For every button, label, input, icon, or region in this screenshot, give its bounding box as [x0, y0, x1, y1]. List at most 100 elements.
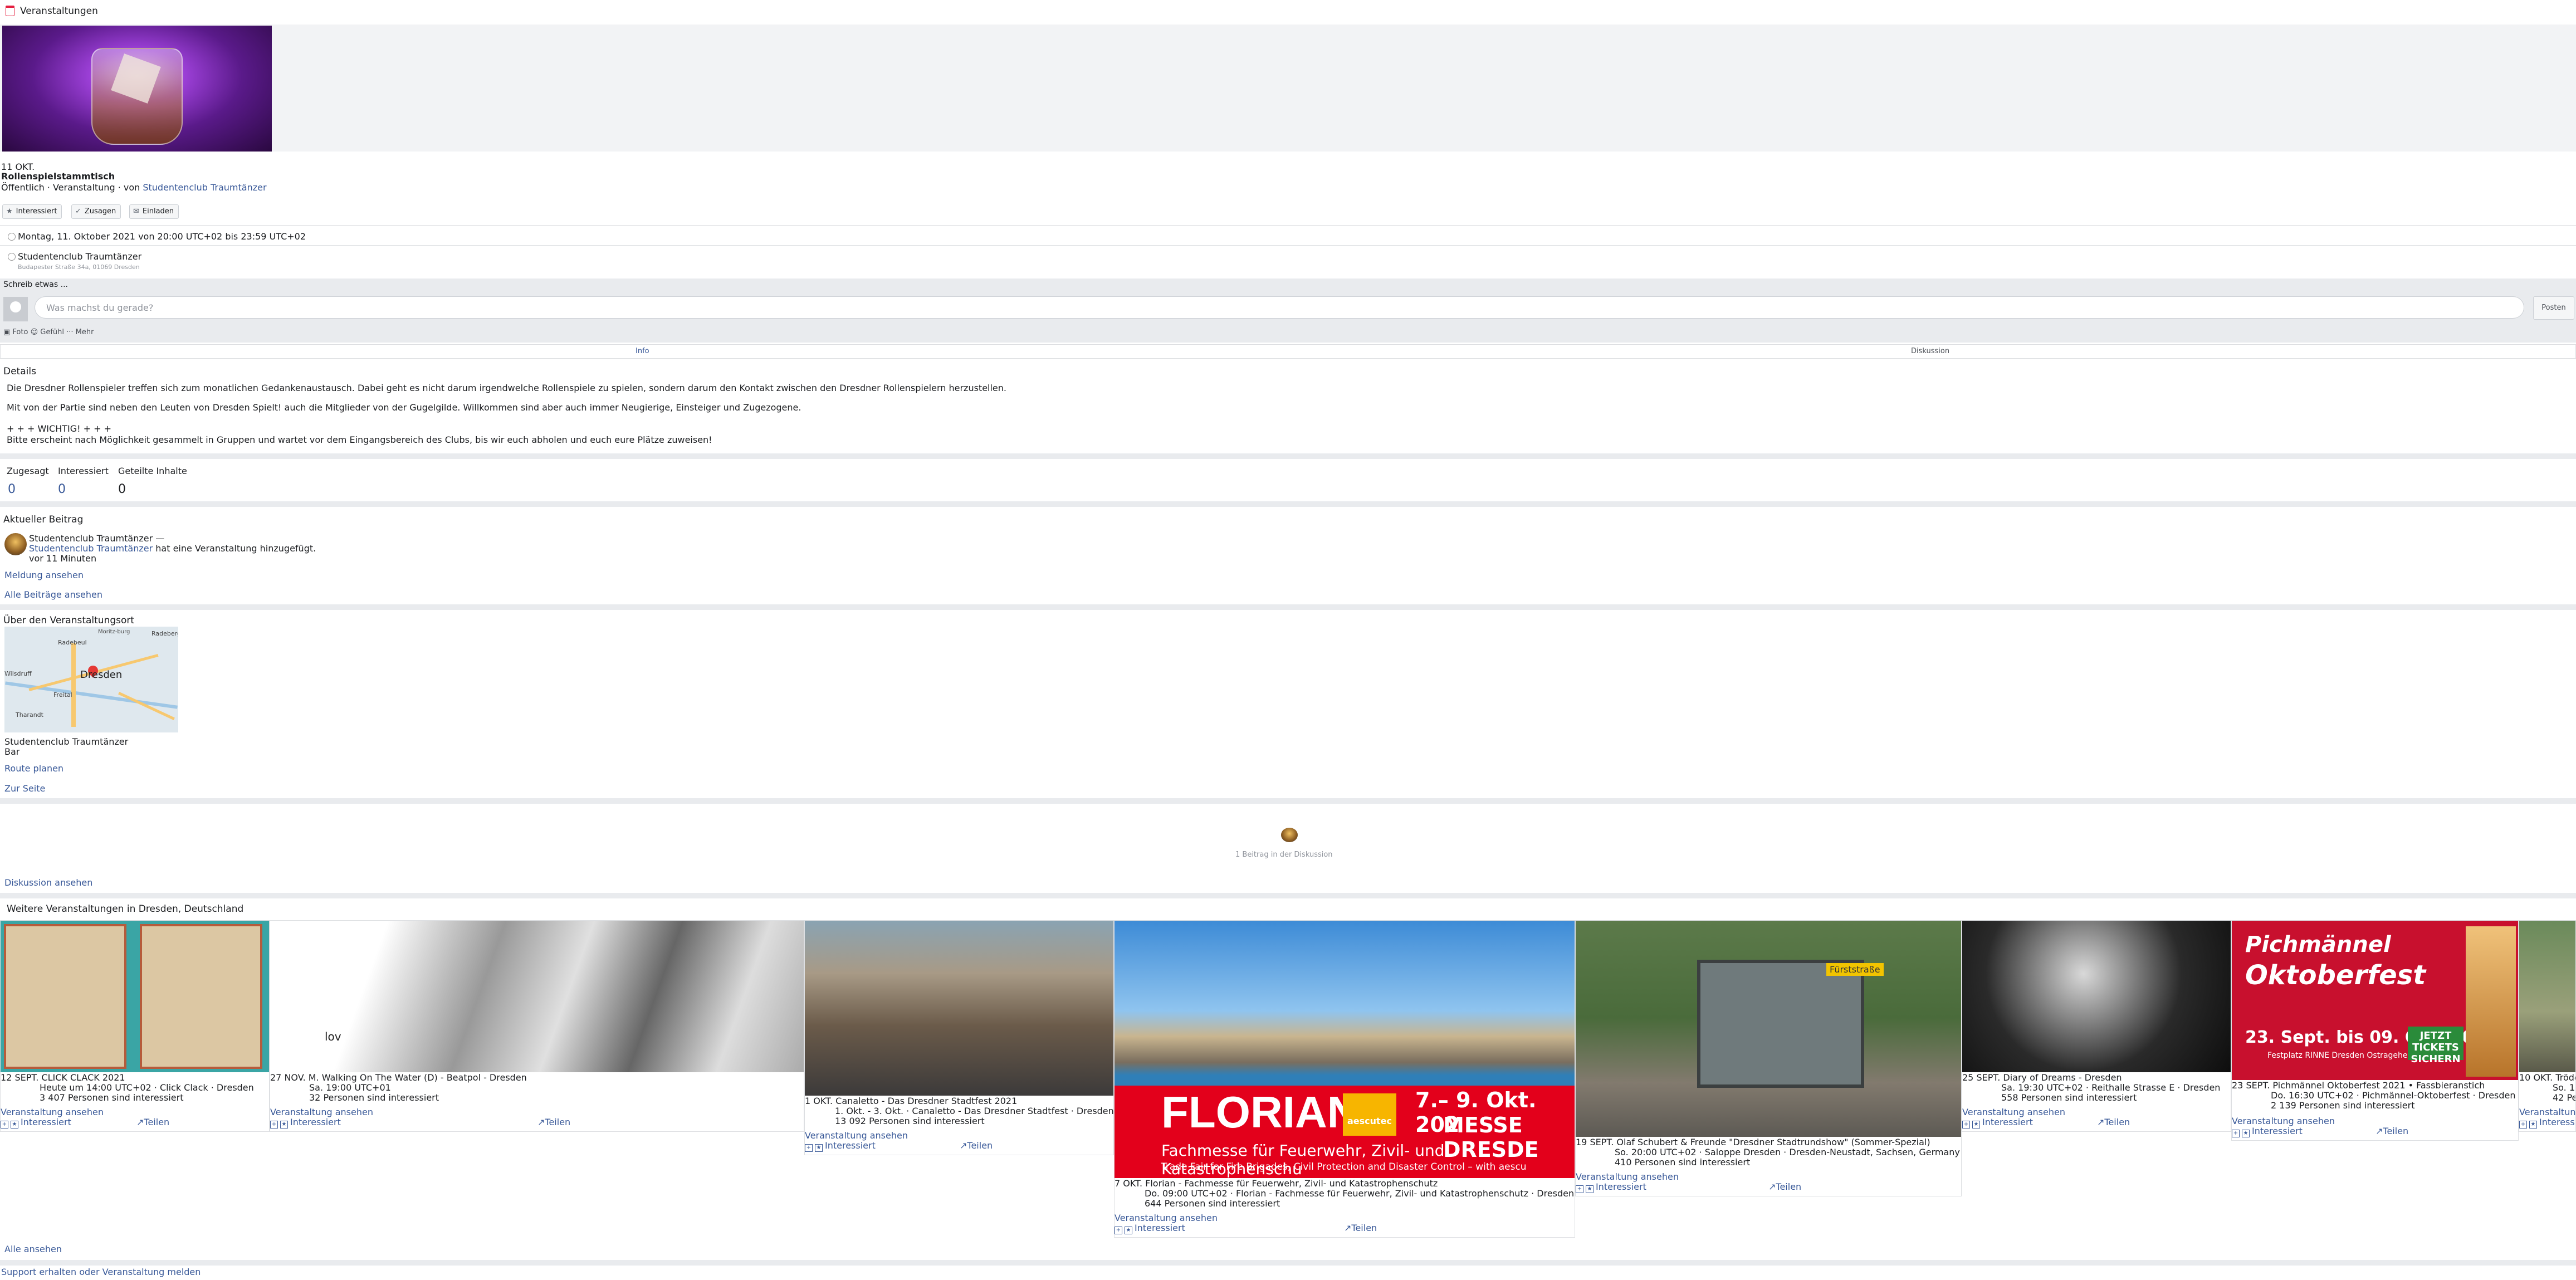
map-label: Wilsdruff — [4, 670, 32, 677]
route-link[interactable]: Route planen — [4, 763, 63, 774]
view-post-link[interactable]: Meldung ansehen — [4, 570, 84, 580]
event-card-share[interactable]: ↗Teilen — [537, 1117, 570, 1127]
going-button[interactable]: ✓ Zusagen — [71, 204, 121, 219]
event-card-view-link[interactable]: Veranstaltung ansehen — [1, 1107, 104, 1117]
map-label: Tharandt — [16, 711, 43, 719]
event-card-title[interactable]: 7 OKT. Florian - Fachmesse für Feuerwehr… — [1115, 1178, 1438, 1189]
image-text: FLORIAN — [1161, 1087, 1360, 1137]
event-card-title[interactable]: 23 SEPT. Pichmännel Oktoberfest 2021 • F… — [2232, 1080, 2485, 1091]
event-card-share[interactable]: ↗Teilen — [1344, 1223, 1377, 1233]
composer-options[interactable]: ▣ Foto ☺ Gefühl ··· Mehr — [3, 328, 94, 336]
tab-discussion[interactable]: Diskussion — [1911, 347, 1949, 355]
event-card-meta: So. 1 — [2553, 1082, 2575, 1093]
event-card-view-link[interactable]: Veranstaltung ansehen — [1962, 1107, 2065, 1117]
event-card-interested[interactable]: +★Interessiert — [1576, 1181, 1646, 1193]
venue-page-link[interactable]: Zur Seite — [4, 783, 45, 794]
event-card-image[interactable]: lov — [270, 921, 804, 1072]
event-card[interactable]: lov 27 NOV. M. Walking On The Water (D) … — [270, 920, 804, 1132]
event-card-image[interactable]: Fürststraße — [1576, 921, 1961, 1137]
post-page-link[interactable]: Studentenclub Traumtänzer — [29, 543, 153, 554]
share-icon: ↗ — [2375, 1126, 2383, 1136]
view-all-events-link[interactable]: Alle ansehen — [4, 1244, 62, 1254]
event-card-interested[interactable]: +★Interessiert — [2232, 1126, 2303, 1137]
map-road — [71, 643, 76, 727]
page-avatar[interactable] — [4, 533, 27, 555]
event-card[interactable]: 10 OKT. Tröde So. 1 42 Pe Veranstaltung … — [2519, 920, 2576, 1132]
event-location-name[interactable]: Studentenclub Traumtänzer — [18, 251, 141, 262]
event-card[interactable]: Fürststraße 19 SEPT. Olaf Schubert & Fre… — [1575, 920, 1962, 1196]
post-time[interactable]: vor 11 Minuten — [29, 553, 96, 564]
event-location-row[interactable]: Studentenclub Traumtänzer — [8, 251, 141, 262]
event-card-title[interactable]: 10 OKT. Tröde — [2519, 1072, 2575, 1083]
view-discussion-link[interactable]: Diskussion ansehen — [4, 877, 92, 888]
event-card-count: 558 Personen sind interessiert — [2001, 1092, 2137, 1103]
going-label: Zusagen — [84, 207, 116, 216]
stat-shared-label: Geteilte Inhalte — [118, 466, 187, 476]
all-posts-link[interactable]: Alle Beiträge ansehen — [4, 589, 102, 600]
location-pin-icon — [8, 253, 16, 261]
event-card-interested[interactable]: +★Interessiert — [270, 1117, 341, 1128]
event-card-meta: Heute um 14:00 UTC+02 · Click Clack · Dr… — [40, 1082, 254, 1093]
event-card[interactable]: FLORIAN aescutec 7.– 9. Okt. 202 MESSE D… — [1114, 920, 1575, 1238]
event-card-interested[interactable]: +★Interessiert — [805, 1140, 876, 1152]
event-card-title[interactable]: 25 SEPT. Diary of Dreams - Dresden — [1962, 1072, 2122, 1083]
event-card[interactable]: 12 SEPT. CLICK CLACK 2021 Heute um 14:00… — [0, 920, 270, 1132]
event-card[interactable]: Pichmännel Oktoberfest 23. Sept. bis 09.… — [2231, 920, 2519, 1141]
event-card-interested[interactable]: +★Interessiert — [1, 1117, 71, 1128]
tab-info[interactable]: Info — [636, 347, 649, 355]
details-line-4: Bitte erscheint nach Möglichkeit gesamme… — [7, 434, 712, 445]
support-link[interactable]: Support erhalten oder Veranstaltung meld… — [1, 1267, 201, 1277]
plus-icon: + — [1115, 1227, 1122, 1234]
star-icon: ★ — [2529, 1121, 2537, 1128]
invite-button[interactable]: ✉ Einladen — [129, 204, 179, 219]
event-cover-image[interactable] — [2, 26, 272, 152]
event-card-view-link[interactable]: Veranstaltung ansehen — [805, 1130, 908, 1141]
event-card[interactable]: 25 SEPT. Diary of Dreams - Dresden Sa. 1… — [1962, 920, 2231, 1132]
share-icon: ↗ — [2097, 1117, 2105, 1127]
event-card-share[interactable]: ↗Teilen — [136, 1117, 169, 1127]
stat-going-value[interactable]: 0 — [8, 482, 16, 496]
event-card-share[interactable]: ↗Teilen — [2375, 1126, 2408, 1136]
event-card-view-link[interactable]: Veranstaltung ansehen — [270, 1107, 373, 1117]
composer-input[interactable]: Was machst du gerade? — [35, 296, 2524, 319]
page-avatar[interactable] — [1281, 828, 1298, 842]
stat-shared-value: 0 — [118, 482, 126, 496]
plus-icon: + — [270, 1121, 278, 1128]
event-card-title[interactable]: 27 NOV. M. Walking On The Water (D) - Be… — [270, 1072, 527, 1083]
event-card-share[interactable]: ↗Teilen — [2097, 1117, 2130, 1127]
event-card-image[interactable] — [2519, 921, 2575, 1072]
event-card-view-link[interactable]: Veranstaltung ansehen — [1115, 1213, 1218, 1223]
image-text: Oktoberfest — [2245, 960, 2426, 991]
event-card-share[interactable]: ↗Teilen — [960, 1140, 993, 1151]
event-card-image[interactable]: FLORIAN aescutec 7.– 9. Okt. 202 MESSE D… — [1115, 921, 1575, 1178]
details-line-3: + + + WICHTIG! + + + — [7, 423, 111, 434]
plus-icon: + — [1576, 1185, 1583, 1193]
post-button[interactable]: Posten — [2533, 296, 2574, 320]
event-card-image[interactable] — [1, 921, 269, 1072]
stat-interested-value[interactable]: 0 — [58, 482, 66, 496]
event-card-interested[interactable]: +★Interessiert — [2519, 1117, 2575, 1128]
image-badge: aescutec — [1343, 1093, 1396, 1136]
event-card-interested[interactable]: +★Interessiert — [1962, 1117, 2033, 1128]
event-card-image[interactable]: Pichmännel Oktoberfest 23. Sept. bis 09.… — [2232, 921, 2518, 1080]
venue-name[interactable]: Studentenclub Traumtänzer — [4, 736, 128, 747]
event-card[interactable]: 1 OKT. Canaletto - Das Dresdner Stadtfes… — [804, 920, 1114, 1155]
event-card-title[interactable]: 12 SEPT. CLICK CLACK 2021 — [1, 1072, 125, 1083]
event-card-view-link[interactable]: Veranstaltung ansehen — [1576, 1171, 1679, 1182]
event-card-share[interactable]: ↗Teilen — [1768, 1181, 1801, 1192]
event-card-view-link[interactable]: Veranstaltung ansehen — [2519, 1107, 2575, 1117]
map-label: Dresden — [80, 669, 123, 681]
event-card-image[interactable] — [1962, 921, 2231, 1072]
details-line-1: Die Dresdner Rollenspieler treffen sich … — [7, 383, 1006, 393]
host-link[interactable]: Studentenclub Traumtänzer — [143, 182, 266, 193]
interested-button[interactable]: ★ Interessiert — [2, 204, 62, 219]
event-card-image[interactable] — [805, 921, 1113, 1096]
share-label: Teilen — [1351, 1223, 1377, 1233]
event-card-interested[interactable]: +★Interessiert — [1115, 1223, 1185, 1234]
event-time-row: Montag, 11. Oktober 2021 von 20:00 UTC+0… — [8, 231, 306, 242]
event-card-title[interactable]: 19 SEPT. Olaf Schubert & Freunde "Dresdn… — [1576, 1137, 1930, 1147]
event-card-title[interactable]: 1 OKT. Canaletto - Das Dresdner Stadtfes… — [805, 1096, 1017, 1106]
venue-map[interactable]: Radeberg Radebeul Dresden Freital Tharan… — [4, 627, 178, 732]
event-card-view-link[interactable]: Veranstaltung ansehen — [2232, 1116, 2335, 1126]
clock-icon — [8, 233, 16, 241]
